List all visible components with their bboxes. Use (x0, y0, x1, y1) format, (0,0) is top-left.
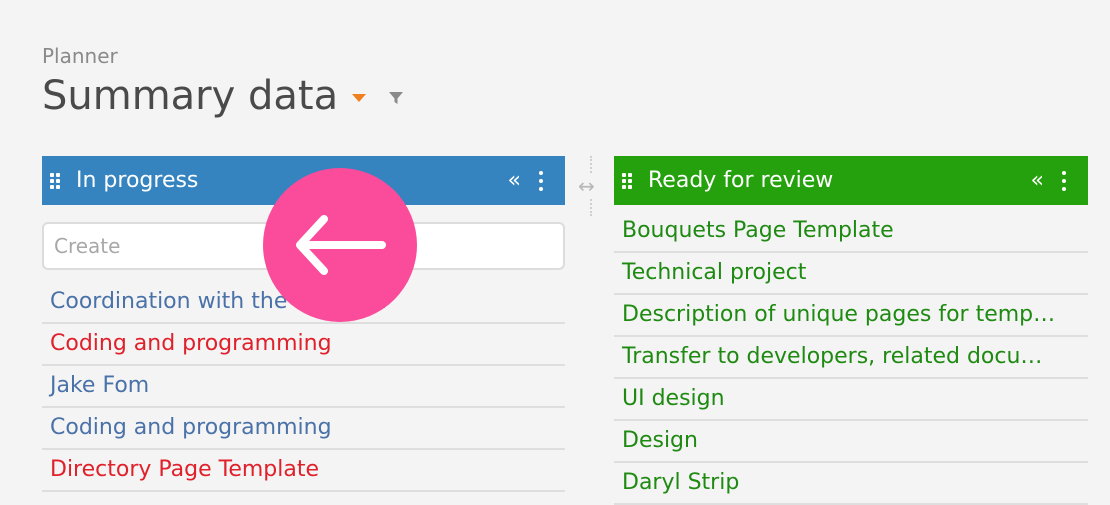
task-item[interactable]: Coding and programming (42, 408, 565, 450)
more-icon[interactable] (1054, 170, 1074, 191)
breadcrumb[interactable]: Planner (42, 44, 118, 68)
task-item[interactable]: Transfer to developers, related docu… (614, 337, 1088, 379)
task-item[interactable]: Design (614, 421, 1088, 463)
task-list: Bouquets Page Template Technical project… (614, 211, 1088, 505)
arrow-left-icon (296, 215, 386, 275)
page-title[interactable]: Summary data (42, 70, 338, 122)
swipe-hint-overlay (263, 168, 417, 322)
drag-handle-icon[interactable] (50, 169, 60, 193)
task-list: Coordination with the designer Coding an… (42, 282, 565, 492)
more-icon[interactable] (531, 170, 551, 191)
collapse-icon[interactable]: « (508, 169, 521, 192)
task-item[interactable]: Bouquets Page Template (614, 211, 1088, 253)
title-row: Summary data (42, 70, 404, 122)
column-header: Ready for review « (614, 156, 1088, 205)
task-item[interactable]: Directory Page Template (42, 450, 565, 492)
task-item[interactable]: Daryl Strip (614, 463, 1088, 505)
task-item[interactable]: Technical project (614, 253, 1088, 295)
title-dropdown-caret-icon[interactable] (352, 94, 367, 102)
task-item[interactable]: UI design (614, 379, 1088, 421)
task-item[interactable]: Coding and programming (42, 324, 565, 366)
drag-handle-icon[interactable] (622, 169, 632, 193)
column-title: Ready for review (648, 168, 834, 193)
collapse-icon[interactable]: « (1031, 169, 1044, 192)
task-item[interactable]: Jake Fom (42, 366, 565, 408)
task-item[interactable]: Description of unique pages for temp… (614, 295, 1088, 337)
column-ready-for-review: Ready for review « Bouquets Page Templat… (614, 156, 1088, 505)
filter-icon[interactable] (388, 90, 404, 106)
resize-icon[interactable]: ↔ (578, 174, 595, 198)
